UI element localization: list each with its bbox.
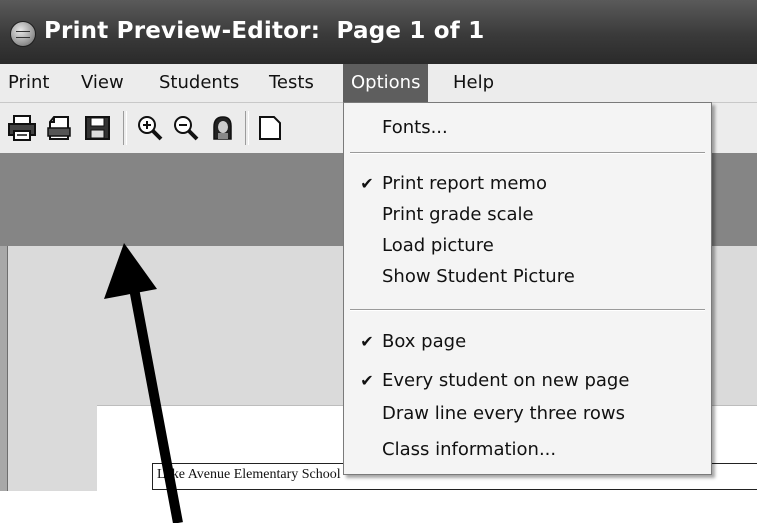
menu-item-label: Print report memo: [382, 173, 547, 194]
toolbar-separator: [123, 111, 127, 145]
menu-item-every-student-new-page[interactable]: ✔ Every student on new page: [344, 366, 711, 396]
menu-item-label: Box page: [382, 331, 467, 352]
menu-separator: [350, 309, 705, 311]
menu-item-label: Show Student Picture: [382, 266, 575, 287]
window-title: Print Preview-Editor: Page 1 of 1: [44, 18, 485, 44]
menu-help[interactable]: Help: [445, 64, 502, 102]
zoom-out-icon[interactable]: [170, 113, 202, 143]
page-icon[interactable]: [254, 113, 286, 143]
menu-item-label: Draw line every three rows: [382, 403, 625, 424]
printer-icon[interactable]: [6, 113, 38, 143]
save-disk-icon[interactable]: [82, 113, 114, 143]
menu-item-print-report-memo[interactable]: ✔ Print report memo: [344, 169, 711, 199]
menu-item-show-student-picture[interactable]: Show Student Picture: [344, 262, 711, 292]
check-icon: ✔: [360, 174, 374, 193]
menu-item-load-picture[interactable]: Load picture: [344, 231, 711, 261]
school-name: Lake Avenue Elementary School: [157, 467, 341, 482]
zoom-in-icon[interactable]: [134, 113, 166, 143]
menu-item-label: Fonts...: [382, 117, 448, 138]
toolbar-separator: [245, 111, 249, 145]
menu-view[interactable]: View: [73, 64, 132, 102]
student-picture-icon[interactable]: [206, 113, 238, 143]
menu-item-draw-line-three-rows[interactable]: Draw line every three rows: [344, 399, 711, 429]
menu-item-box-page[interactable]: ✔ Box page: [344, 327, 711, 357]
menu-students[interactable]: Students: [151, 64, 247, 102]
menu-bar: Print View Students Tests Options Help: [0, 64, 757, 103]
menu-item-print-grade-scale[interactable]: Print grade scale: [344, 200, 711, 230]
menu-tests[interactable]: Tests: [261, 64, 322, 102]
menu-item-class-information[interactable]: Class information...: [344, 435, 711, 465]
printer-app-icon[interactable]: [10, 21, 36, 47]
menu-item-label: Print grade scale: [382, 204, 534, 225]
preview-left-edge: [0, 246, 7, 491]
menu-separator: [350, 152, 705, 154]
title-bar: Print Preview-Editor: Page 1 of 1: [0, 0, 757, 64]
check-icon: ✔: [360, 332, 374, 351]
check-icon: ✔: [360, 371, 374, 390]
menu-options[interactable]: Options: [343, 64, 429, 102]
menu-print[interactable]: Print: [0, 64, 57, 102]
print-setup-icon[interactable]: [44, 113, 76, 143]
menu-item-fonts[interactable]: Fonts...: [344, 113, 711, 143]
menu-item-label: Load picture: [382, 235, 494, 256]
menu-item-label: Class information...: [382, 439, 557, 460]
menu-item-label: Every student on new page: [382, 370, 630, 391]
options-menu-dropdown: Fonts... ✔ Print report memo Print grade…: [343, 102, 712, 475]
